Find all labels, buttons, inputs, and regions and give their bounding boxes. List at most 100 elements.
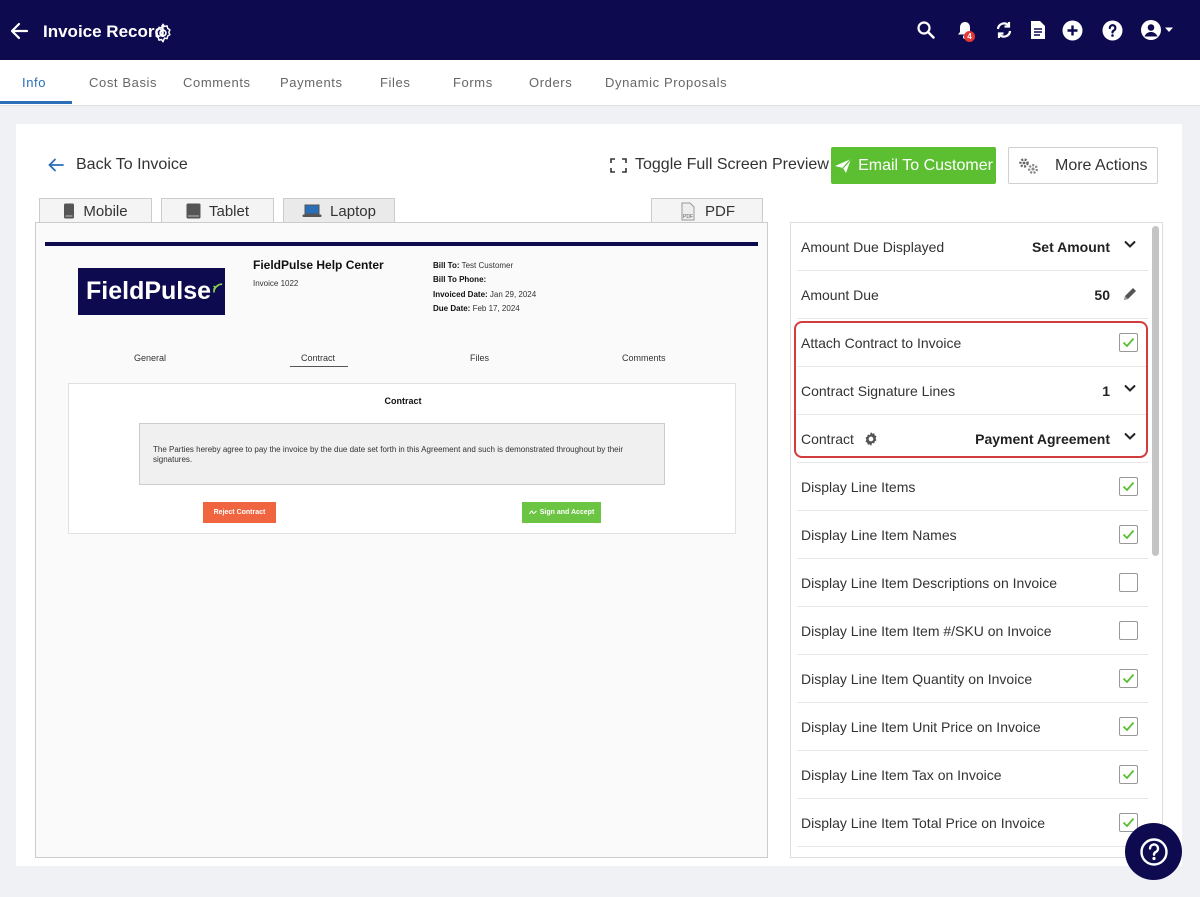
contract-settings-gear-icon[interactable] xyxy=(863,431,879,447)
setting-label: Display Line Item Quantity on Invoice xyxy=(801,670,1033,687)
signature-icon xyxy=(528,510,537,515)
preview-bill-to: Bill To: Test Customer xyxy=(433,261,514,270)
company-logo: FieldPulse xyxy=(78,268,225,315)
tab-cost-basis[interactable]: Cost Basis xyxy=(89,75,157,90)
top-bar: Invoice Record 4 xyxy=(0,0,1200,60)
check-icon xyxy=(1122,481,1135,492)
setting-display-descriptions: Display Line Item Descriptions on Invoic… xyxy=(797,559,1148,607)
preview-company-name: FieldPulse Help Center xyxy=(253,258,384,272)
preview-contract-box: Contract The Parties hereby agree to pay… xyxy=(68,383,736,534)
setting-label: Display Line Item Tax on Invoice xyxy=(801,766,1002,783)
back-arrow-icon[interactable] xyxy=(8,20,30,42)
device-tab-laptop[interactable]: Laptop xyxy=(283,198,395,223)
setting-value: 50 xyxy=(1094,286,1110,303)
preview-contract-title: Contract xyxy=(384,396,422,406)
device-tab-mobile[interactable]: Mobile xyxy=(39,198,152,223)
preview-invoiced-date: Invoiced Date: Jan 29, 2024 xyxy=(433,290,537,299)
tab-payments[interactable]: Payments xyxy=(280,75,343,90)
pdf-icon-text: PDF xyxy=(683,214,693,220)
help-icon[interactable] xyxy=(1101,19,1123,41)
help-button[interactable] xyxy=(1125,823,1182,880)
setting-label: Display Line Item Unit Price on Invoice xyxy=(801,718,1041,735)
preview-subtab-files[interactable]: Files xyxy=(470,353,489,363)
back-to-invoice-link[interactable]: Back To Invoice xyxy=(48,156,188,174)
user-menu-icon[interactable] xyxy=(1140,19,1176,41)
sync-icon[interactable] xyxy=(993,19,1015,41)
check-icon xyxy=(1122,337,1135,348)
tab-dynamic-proposals[interactable]: Dynamic Proposals xyxy=(605,75,727,90)
display-tax-checkbox[interactable] xyxy=(1119,765,1138,784)
tab-files[interactable]: Files xyxy=(380,75,410,90)
setting-attach-contract: Attach Contract to Invoice xyxy=(797,319,1148,367)
chevron-down-icon[interactable] xyxy=(1124,384,1136,392)
record-tabs: Info Cost Basis Comments Payments Files … xyxy=(0,60,1200,106)
more-actions-button[interactable]: More Actions xyxy=(1008,147,1158,184)
chevron-down-icon[interactable] xyxy=(1124,240,1136,248)
back-arrow-icon xyxy=(48,158,64,172)
setting-display-line-items: Display Line Items xyxy=(797,463,1148,511)
email-to-customer-button[interactable]: Email To Customer xyxy=(831,147,996,184)
display-unit-price-checkbox[interactable] xyxy=(1119,717,1138,736)
setting-label: Display Line Item Total Price on Invoice xyxy=(801,814,1046,831)
setting-value: Payment Agreement xyxy=(975,430,1110,447)
tab-orders[interactable]: Orders xyxy=(529,75,572,90)
settings-scrollbar[interactable] xyxy=(1152,226,1159,556)
setting-label: Attach Contract to Invoice xyxy=(801,334,962,351)
setting-signature-lines[interactable]: Contract Signature Lines 1 xyxy=(797,367,1148,415)
setting-value: 1 xyxy=(1102,382,1110,399)
setting-contract[interactable]: Contract Payment Agreement xyxy=(797,415,1148,463)
email-to-customer-label: Email To Customer xyxy=(858,156,993,174)
preview-subtab-comments[interactable]: Comments xyxy=(622,353,666,363)
gears-icon xyxy=(1019,157,1038,174)
fullscreen-icon xyxy=(610,157,627,173)
toggle-full-screen-button[interactable]: Toggle Full Screen Preview xyxy=(610,156,829,174)
chevron-down-icon[interactable] xyxy=(1124,432,1136,440)
check-icon xyxy=(1122,769,1135,780)
bell-icon[interactable]: 4 xyxy=(954,19,976,42)
display-quantity-checkbox[interactable] xyxy=(1119,669,1138,688)
tab-forms[interactable]: Forms xyxy=(453,75,493,90)
attach-contract-checkbox[interactable] xyxy=(1119,333,1138,352)
pencil-icon[interactable] xyxy=(1122,286,1138,302)
setting-label: Display Line Item Names xyxy=(801,526,957,543)
laptop-icon xyxy=(302,204,322,217)
check-icon xyxy=(1122,529,1135,540)
device-tab-pdf[interactable]: PDF PDF xyxy=(651,198,763,223)
setting-amount-due: Amount Due 50 xyxy=(797,271,1148,319)
device-tab-mobile-label: Mobile xyxy=(83,202,128,220)
device-tab-tablet[interactable]: Tablet xyxy=(161,198,274,223)
preview-subtab-contract[interactable]: Contract xyxy=(301,353,335,363)
display-line-items-checkbox[interactable] xyxy=(1119,477,1138,496)
display-line-item-names-checkbox[interactable] xyxy=(1119,525,1138,544)
add-circle-icon[interactable] xyxy=(1061,19,1083,41)
mobile-icon xyxy=(64,203,75,219)
setting-label: Contract xyxy=(801,430,854,447)
preview-invoice-number: Invoice 1022 xyxy=(253,279,299,288)
setting-display-sku: Display Line Item Item #/SKU on Invoice xyxy=(797,607,1148,655)
display-sku-checkbox[interactable] xyxy=(1119,621,1138,640)
device-tab-pdf-label: PDF xyxy=(705,202,735,220)
settings-gear-icon[interactable] xyxy=(152,22,174,44)
preview-subtab-general[interactable]: General xyxy=(134,353,166,363)
invoice-settings-panel: Amount Due Displayed Set Amount Amount D… xyxy=(790,222,1163,858)
tab-info[interactable]: Info xyxy=(22,75,46,90)
sign-and-accept-button[interactable]: Sign and Accept xyxy=(522,502,601,523)
document-icon[interactable] xyxy=(1027,19,1049,41)
more-actions-label: More Actions xyxy=(1055,156,1148,174)
device-tab-laptop-label: Laptop xyxy=(330,202,376,220)
preview-due-date: Due Date: Feb 17, 2024 xyxy=(433,304,520,313)
setting-display-line-item-names: Display Line Item Names xyxy=(797,511,1148,559)
preview-bill-phone: Bill To Phone: xyxy=(433,275,487,284)
setting-value: Set Amount xyxy=(1031,238,1110,255)
setting-label: Contract Signature Lines xyxy=(801,382,956,399)
preview-contract-text: The Parties hereby agree to pay the invo… xyxy=(139,423,665,485)
active-tab-indicator xyxy=(0,101,72,104)
tab-comments[interactable]: Comments xyxy=(183,75,251,90)
toggle-full-screen-label: Toggle Full Screen Preview xyxy=(635,156,829,173)
setting-display-unit-price: Display Line Item Unit Price on Invoice xyxy=(797,703,1148,751)
display-descriptions-checkbox[interactable] xyxy=(1119,573,1138,592)
setting-amount-due-displayed[interactable]: Amount Due Displayed Set Amount xyxy=(797,223,1148,271)
setting-display-tax: Display Line Item Tax on Invoice xyxy=(797,751,1148,799)
reject-contract-button[interactable]: Reject Contract xyxy=(203,502,276,523)
search-icon[interactable] xyxy=(915,19,937,41)
